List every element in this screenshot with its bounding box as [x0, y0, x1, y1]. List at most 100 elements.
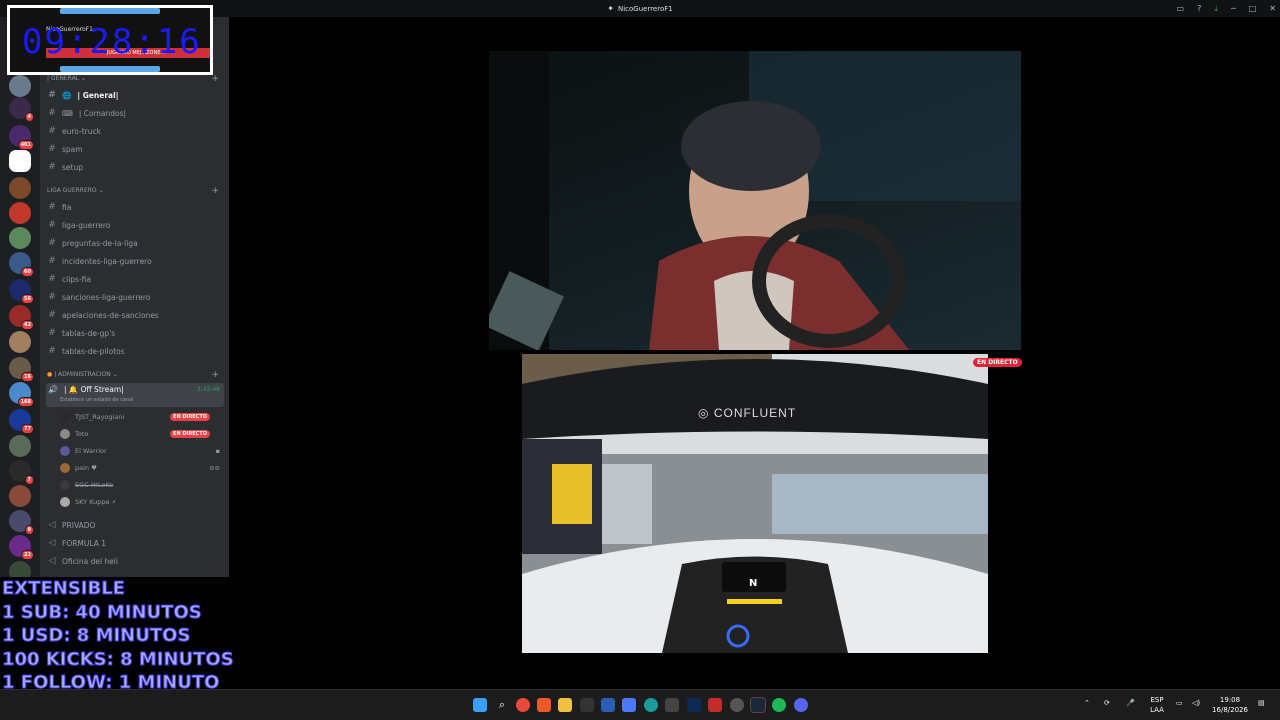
- discord-icon[interactable]: [794, 698, 808, 712]
- language-indicator[interactable]: ESP LAA: [1148, 695, 1166, 715]
- server-icon[interactable]: [9, 75, 31, 97]
- server-icon[interactable]: 168: [9, 382, 34, 407]
- channel-sidebar: | GENERAL ⌄ + # 🌐 | General| # ⌨ | Comandos| #…: [40, 17, 229, 577]
- tray-chevron-icon[interactable]: ⌃: [1084, 698, 1090, 708]
- globe-icon: 🌐: [62, 90, 72, 100]
- category-liga[interactable]: LIGA GUERRERO ⌄ +: [47, 186, 225, 196]
- server-icon[interactable]: 60: [9, 252, 34, 277]
- voice-user[interactable]: Toto EN DIRECTO: [60, 426, 224, 442]
- folder-icon[interactable]: [558, 698, 572, 712]
- speaker-icon: ◁: [48, 556, 56, 566]
- f1-icon[interactable]: [708, 698, 722, 712]
- hash-icon: #: [48, 328, 56, 338]
- channel-comandos[interactable]: # ⌨ | Comandos|: [46, 105, 224, 121]
- server-icon[interactable]: 42: [9, 305, 34, 330]
- channel-item[interactable]: # incidentes-liga-guerrero: [46, 253, 224, 269]
- voice-user[interactable]: TJST_Rayogiani EN DIRECTO: [60, 409, 224, 425]
- server-icon[interactable]: 22: [9, 535, 34, 560]
- brave-icon[interactable]: [537, 698, 551, 712]
- channel-item[interactable]: # tablas-de-gp's: [46, 325, 224, 341]
- channel-item[interactable]: # fia: [46, 199, 224, 215]
- avatar: [60, 497, 70, 507]
- sync-icon[interactable]: ⟳: [1104, 698, 1110, 708]
- voice-user[interactable]: SKY Kuppe ⚡: [60, 494, 224, 510]
- hash-icon: #: [48, 346, 56, 356]
- inbox-icon[interactable]: ▭: [1177, 4, 1185, 13]
- channel-euro-truck[interactable]: # euro-truck: [46, 123, 224, 139]
- overlay-line: 100 KICKS: 8 MINUTOS: [2, 648, 235, 670]
- app-icon[interactable]: [580, 698, 594, 712]
- voice-user[interactable]: SGC-HILoKo: [60, 477, 224, 493]
- voice-channel-privado[interactable]: ◁ PRIVADO: [46, 517, 224, 533]
- channel-spam[interactable]: # spam: [46, 141, 224, 157]
- edge-icon[interactable]: [644, 698, 658, 712]
- search-icon[interactable]: ⌕: [495, 698, 509, 712]
- add-channel-icon[interactable]: +: [211, 370, 219, 380]
- webcam-stream[interactable]: [489, 51, 1021, 350]
- clock[interactable]: 19:08 16/8/2026: [1212, 695, 1248, 715]
- spotify-icon[interactable]: [772, 698, 786, 712]
- calculator-icon[interactable]: [665, 698, 679, 712]
- microphone-icon[interactable]: 🎤: [1126, 698, 1135, 708]
- server-icon[interactable]: [9, 435, 31, 457]
- server-icon[interactable]: 7: [9, 460, 34, 485]
- server-icon[interactable]: 9: [9, 510, 34, 535]
- avatar: [60, 480, 70, 490]
- server-icon[interactable]: [9, 485, 31, 507]
- camera-icon: ▪: [215, 447, 220, 455]
- minimize-button[interactable]: ─: [1231, 4, 1236, 13]
- channel-setup[interactable]: # setup: [46, 159, 224, 175]
- steam-icon[interactable]: [750, 697, 766, 713]
- server-icon[interactable]: 4: [9, 97, 34, 122]
- photoshop-icon[interactable]: [687, 698, 701, 712]
- notifications-icon[interactable]: ▤: [1258, 698, 1265, 708]
- voice-channel-formula1[interactable]: ◁ FORMULA 1: [46, 535, 224, 551]
- avatar: [60, 463, 70, 473]
- network-icon[interactable]: ▭: [1176, 698, 1183, 708]
- channel-status[interactable]: Establece un estado de canal: [60, 397, 134, 403]
- game-stream[interactable]: ◎ CONFLUENT N: [522, 354, 988, 653]
- hash-icon: #: [48, 256, 56, 266]
- maximize-button[interactable]: □: [1249, 4, 1257, 13]
- word-icon[interactable]: [601, 698, 615, 712]
- start-button[interactable]: [473, 698, 487, 712]
- voice-user[interactable]: pain ♥ ⊘⊘: [60, 460, 224, 476]
- channel-item[interactable]: # preguntas-de-la-liga: [46, 235, 224, 251]
- voice-user[interactable]: El Warrior ▪: [60, 443, 224, 459]
- close-button[interactable]: ✕: [1269, 4, 1276, 13]
- speaker-icon: ◁: [48, 538, 56, 548]
- help-icon[interactable]: ?: [1197, 4, 1201, 13]
- speaker-icon: ◁: [48, 520, 56, 530]
- overlay-line: 1 SUB: 40 MINUTOS: [2, 601, 203, 623]
- add-channel-icon[interactable]: +: [211, 74, 219, 84]
- server-icon[interactable]: [9, 227, 31, 249]
- channel-item[interactable]: # apelaciones-de-sanciones: [46, 307, 224, 323]
- add-channel-icon[interactable]: +: [211, 186, 219, 196]
- voice-channel-oficina[interactable]: ◁ Oficina del heli: [46, 553, 224, 569]
- sponsor-label: ◎ CONFLUENT: [698, 406, 797, 420]
- server-icon[interactable]: 77: [9, 409, 34, 434]
- channel-item[interactable]: # sanciones-liga-guerrero: [46, 289, 224, 305]
- channel-item[interactable]: # liga-guerrero: [46, 217, 224, 233]
- app-icon[interactable]: [730, 698, 744, 712]
- server-icon[interactable]: 56: [9, 279, 34, 304]
- hash-icon: #: [48, 162, 56, 172]
- server-icon[interactable]: 16: [9, 357, 34, 382]
- hash-icon: #: [48, 292, 56, 302]
- server-icon[interactable]: [9, 202, 31, 224]
- server-icon[interactable]: [9, 177, 31, 199]
- hash-icon: #: [48, 220, 56, 230]
- app-icon[interactable]: [622, 698, 636, 712]
- chrome-icon[interactable]: [516, 698, 530, 712]
- server-icon[interactable]: [9, 150, 31, 172]
- voice-channel-off-stream[interactable]: 🔊 | 🔔 Off Stream| 3:43:48 Establece un e…: [46, 383, 224, 407]
- category-general[interactable]: | GENERAL ⌄ +: [47, 74, 225, 84]
- channel-item[interactable]: # tablas-de-pilotos: [46, 343, 224, 359]
- download-icon[interactable]: ⤓: [1214, 4, 1218, 14]
- server-icon[interactable]: 401: [9, 125, 34, 150]
- category-admin[interactable]: ● | ADMINISTRACION ⌄ +: [47, 370, 225, 380]
- channel-item[interactable]: # clips-fia: [46, 271, 224, 287]
- channel-general[interactable]: # 🌐 | General|: [46, 87, 224, 103]
- server-icon[interactable]: [9, 331, 31, 353]
- volume-icon[interactable]: ◁): [1192, 698, 1200, 708]
